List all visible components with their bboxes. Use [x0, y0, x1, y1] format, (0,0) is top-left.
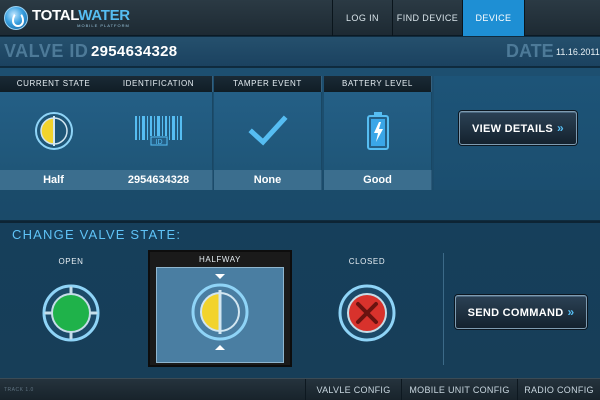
- date-value: 11.16.2011: [556, 47, 600, 57]
- nav-find-device[interactable]: FIND DEVICE: [392, 0, 462, 36]
- status-value: 2954634328: [105, 170, 213, 190]
- svg-text:ID: ID: [155, 139, 162, 146]
- send-command-button[interactable]: SEND COMMAND»: [455, 295, 587, 329]
- status-header: TAMPER EVENT: [214, 76, 322, 92]
- open-valve-icon: [42, 284, 100, 342]
- status-header: IDENTIFICATION: [105, 76, 213, 92]
- nav-valve-config[interactable]: VALVLE CONFIG: [305, 379, 401, 400]
- status-panel: CURRENT STATE Half IDENTIFICATION ID 295…: [0, 68, 600, 220]
- status-value: None: [214, 170, 322, 190]
- section-divider: [443, 253, 444, 365]
- nav-login[interactable]: LOG IN: [332, 0, 392, 36]
- change-state-title: CHANGE VALVE STATE:: [12, 227, 182, 242]
- option-label: CLOSED: [348, 257, 386, 266]
- valve-option-halfway[interactable]: HALFWAY: [148, 250, 292, 367]
- nav-mobile-unit-config[interactable]: MOBILE UNIT CONFIG: [401, 379, 517, 400]
- option-label: HALFWAY: [199, 255, 241, 264]
- version-note: TRACK 1.0: [4, 387, 34, 393]
- change-valve-state-panel: CHANGE VALVE STATE: OPEN HALFWAY CLOSED …: [0, 221, 600, 378]
- valve-option-open[interactable]: OPEN: [0, 251, 142, 376]
- double-chevron-right-icon: »: [567, 305, 575, 319]
- battery-icon: [366, 112, 389, 150]
- brand-tagline: Mobile Platform: [77, 23, 130, 28]
- half-valve-icon: [191, 274, 249, 350]
- brand-name: TOTALWATER: [32, 7, 130, 24]
- date-label: DATE: [506, 41, 554, 61]
- nav-device[interactable]: DEVICE: [462, 0, 524, 36]
- status-value: Good: [324, 170, 432, 190]
- water-drop-icon: [4, 6, 28, 30]
- valve-id-label: VALVE ID: [4, 41, 89, 61]
- half-valve-icon: [34, 112, 73, 150]
- top-navigation-bar: TOTALWATER Mobile Platform LOG IN FIND D…: [0, 0, 600, 36]
- status-value: Half: [0, 170, 108, 190]
- valve-option-closed[interactable]: CLOSED: [296, 251, 438, 376]
- valve-header: VALVE ID 2954634328 DATE 11.16.2011: [0, 37, 600, 67]
- option-label: OPEN: [58, 257, 84, 266]
- status-header: CURRENT STATE: [0, 76, 108, 92]
- nav-empty-slot: [524, 0, 600, 36]
- closed-valve-icon: [338, 284, 396, 342]
- double-chevron-right-icon: »: [557, 121, 564, 135]
- view-details-button[interactable]: VIEW DETAILS»: [459, 111, 577, 145]
- valve-id-value: 2954634328: [91, 43, 178, 60]
- barcode-icon: ID: [134, 116, 182, 146]
- brand-logo[interactable]: TOTALWATER Mobile Platform: [4, 4, 136, 32]
- bottom-navigation-bar: TRACK 1.0 VALVLE CONFIG MOBILE UNIT CONF…: [0, 378, 600, 400]
- nav-radio-config[interactable]: RADIO CONFIG: [517, 379, 600, 400]
- status-header: BATTERY LEVEL: [324, 76, 432, 92]
- checkmark-icon: [247, 115, 288, 146]
